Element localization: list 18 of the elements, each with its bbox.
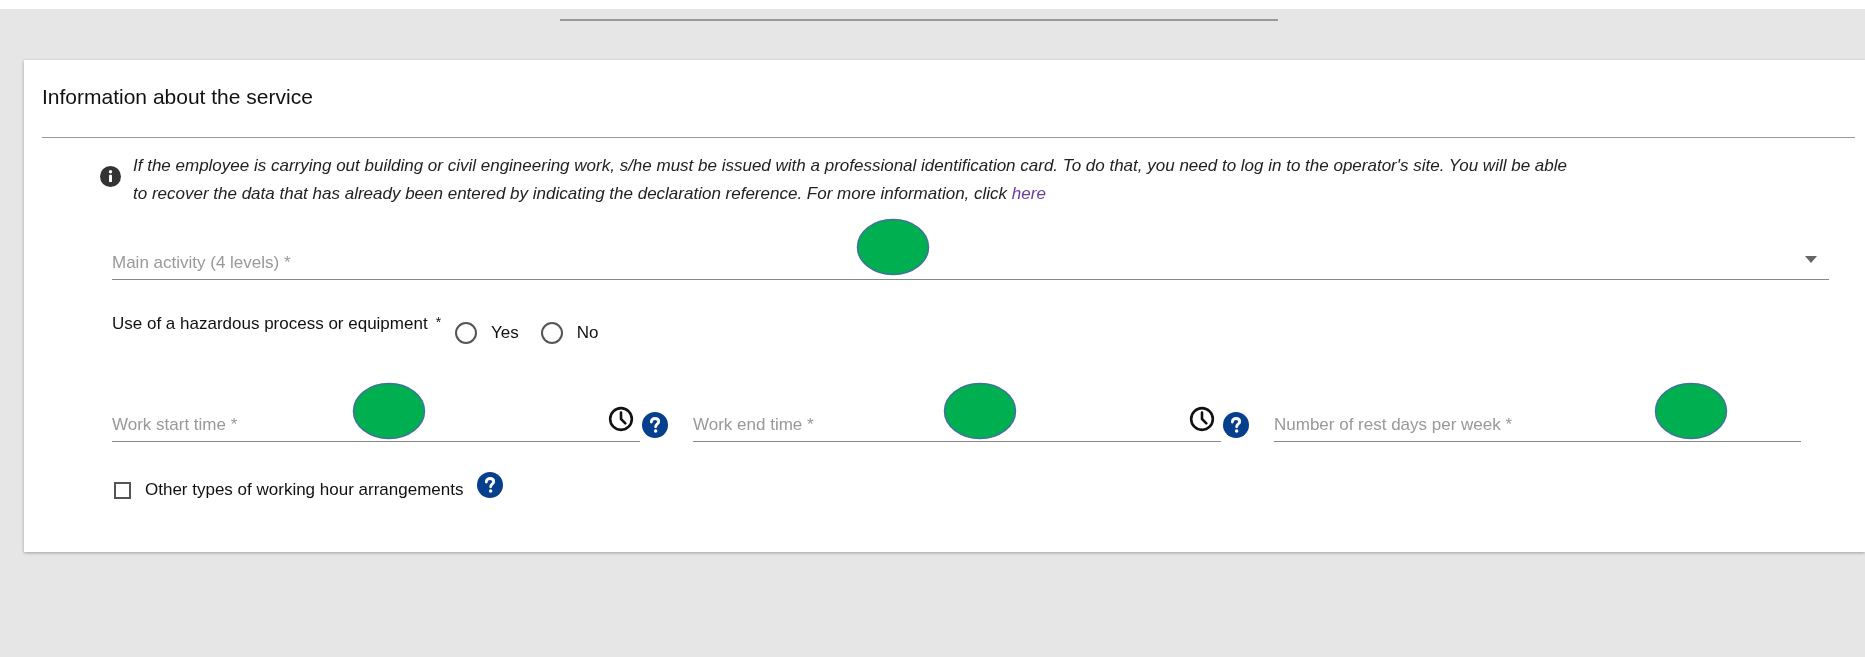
radio-label: No — [576, 323, 599, 343]
radio-button[interactable] — [540, 322, 563, 344]
info-text: If the employee is carrying out building or civil engineering work, s/he must be issued with a professional identification card. To do that, you need to log in to the operator's site. You will be able to recover the data that has already been entered by indicating the declaration reference. For more information, click here — [133, 155, 1568, 205]
help-icon[interactable] — [642, 412, 668, 438]
checkbox[interactable] — [114, 481, 131, 499]
clock-icon[interactable] — [608, 406, 634, 432]
section-title: Information about the service — [42, 84, 314, 110]
radio-button[interactable] — [455, 322, 478, 344]
caret-icon — [1805, 256, 1817, 263]
info-icon — [100, 166, 121, 187]
radio-label: Yes — [491, 323, 519, 343]
required-mark: * — [435, 314, 442, 330]
checkbox-label: Other types of working hour arrangements — [145, 480, 464, 500]
more-info-link[interactable]: here — [1011, 184, 1046, 203]
clock-icon[interactable] — [1189, 406, 1215, 432]
help-icon[interactable] — [1223, 412, 1249, 438]
help-icon[interactable] — [477, 472, 504, 498]
question-label: Use of a hazardous process or equipment — [112, 314, 428, 334]
